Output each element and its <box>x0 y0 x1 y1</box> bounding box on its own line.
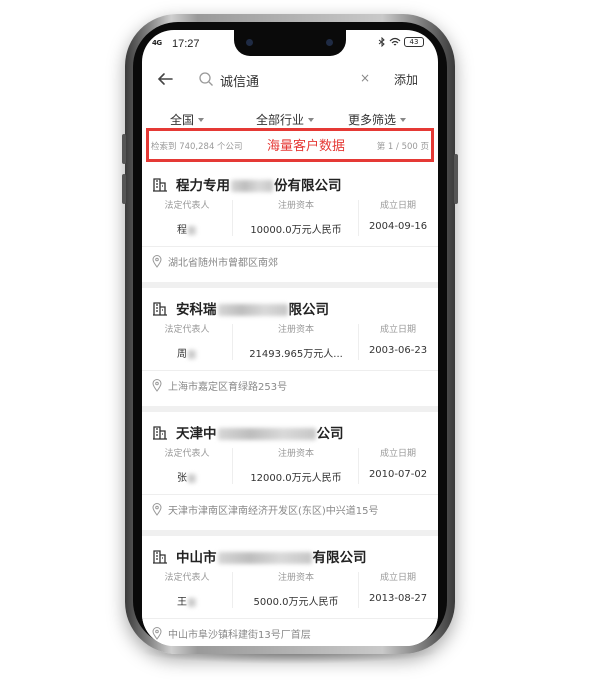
company-fields: 法定代表人 王 注册资本 5000.0万元人民币 成立日期 2013-08-27 <box>142 570 438 610</box>
company-title-row: 安科瑞 限公司 <box>152 298 329 318</box>
field-founded: 成立日期 2010-07-02 <box>368 449 428 480</box>
chevron-down-icon <box>308 117 315 122</box>
company-address: 上海市嘉定区育绿路253号 <box>152 378 287 393</box>
field-founded: 成立日期 2003-06-23 <box>368 325 428 356</box>
divider <box>358 572 359 608</box>
field-capital: 注册资本 21493.965万元人... <box>249 325 343 360</box>
field-founded: 成立日期 2004-09-16 <box>368 201 428 232</box>
filter-label: 更多筛选 <box>348 113 397 127</box>
divider <box>232 448 233 484</box>
phone-power-button <box>454 154 458 204</box>
building-icon <box>153 550 167 564</box>
divider <box>358 324 359 360</box>
divider <box>232 572 233 608</box>
company-card[interactable]: 天津中 公司 法定代表人 张 注册资本 12000.0万元人民币 成立日期 201… <box>142 412 438 530</box>
filter-label: 全部行业 <box>256 113 305 127</box>
filter-more[interactable]: 更多筛选 <box>348 111 407 128</box>
divider <box>142 494 438 495</box>
wifi-icon <box>389 37 401 46</box>
field-founded: 成立日期 2013-08-27 <box>368 573 428 604</box>
redacted-text <box>217 304 288 316</box>
company-fields: 法定代表人 周 注册资本 21493.965万元人... 成立日期 2003-0… <box>142 322 438 362</box>
company-title-row: 天津中 公司 <box>152 422 344 442</box>
company-list: 程力专用 份有限公司 法定代表人 程 注册资本 10000.0万元人民币 成立日期… <box>142 164 438 646</box>
field-legal-rep: 法定代表人 程 <box>164 201 210 236</box>
location-pin-icon <box>152 627 162 640</box>
field-capital: 注册资本 12000.0万元人民币 <box>250 449 342 484</box>
search-icon <box>199 72 213 86</box>
filter-region[interactable]: 全国 <box>170 111 205 128</box>
divider <box>358 200 359 236</box>
banner-text: 海量客户数据 <box>267 139 346 154</box>
company-address: 湖北省随州市曾都区南郊 <box>152 254 278 269</box>
company-card[interactable]: 安科瑞 限公司 法定代表人 周 注册资本 21493.965万元人... 成立日期… <box>142 288 438 406</box>
company-name: 安科瑞 限公司 <box>176 302 329 318</box>
redacted-text <box>188 597 196 607</box>
company-fields: 法定代表人 程 注册资本 10000.0万元人民币 成立日期 2004-09-1… <box>142 198 438 238</box>
field-capital: 注册资本 5000.0万元人民币 <box>253 573 339 608</box>
divider <box>232 324 233 360</box>
chevron-down-icon <box>400 117 407 122</box>
company-name: 天津中 公司 <box>176 426 344 442</box>
filter-label: 全国 <box>170 113 195 127</box>
company-title-row: 中山市 有限公司 <box>152 546 367 566</box>
clear-icon[interactable]: × <box>360 71 370 85</box>
redacted-text <box>217 428 316 440</box>
add-button[interactable]: 添加 <box>394 71 418 88</box>
divider <box>232 200 233 236</box>
redacted-text <box>217 552 312 564</box>
chevron-down-icon <box>198 117 205 122</box>
company-card[interactable]: 程力专用 份有限公司 法定代表人 程 注册资本 10000.0万元人民币 成立日期… <box>142 164 438 282</box>
building-icon <box>153 426 167 440</box>
filter-industry[interactable]: 全部行业 <box>256 111 315 128</box>
phone-screen: 4G 17:27 43 诚信通 × 添加 全国 全部行业 更多筛选 检索到 74… <box>142 30 438 646</box>
divider <box>142 370 438 371</box>
company-fields: 法定代表人 张 注册资本 12000.0万元人民币 成立日期 2010-07-0… <box>142 446 438 486</box>
field-legal-rep: 法定代表人 张 <box>164 449 210 484</box>
location-pin-icon <box>152 255 162 268</box>
bluetooth-icon <box>378 37 385 47</box>
sensor-icon <box>326 39 333 46</box>
company-card[interactable]: 中山市 有限公司 法定代表人 王 注册资本 5000.0万元人民币 成立日期 20… <box>142 536 438 646</box>
divider <box>358 448 359 484</box>
search-bar: 诚信通 × 添加 <box>142 62 438 96</box>
phone-volume-button <box>122 134 126 164</box>
field-legal-rep: 法定代表人 周 <box>164 325 210 360</box>
field-legal-rep: 法定代表人 王 <box>164 573 210 608</box>
divider <box>142 246 438 247</box>
redacted-text <box>188 473 196 483</box>
building-icon <box>153 178 167 192</box>
company-name: 中山市 有限公司 <box>176 550 367 566</box>
company-name: 程力专用 份有限公司 <box>176 178 342 194</box>
redacted-text <box>188 225 196 235</box>
page-indicator: 第 1 / 500 页 <box>376 142 429 152</box>
building-icon <box>153 302 167 316</box>
search-input[interactable]: 诚信通 <box>220 71 259 90</box>
redacted-text <box>231 180 273 192</box>
status-icons: 43 <box>378 37 424 47</box>
network-indicator: 4G <box>152 39 162 47</box>
status-time: 17:27 <box>172 38 200 50</box>
location-pin-icon <box>152 503 162 516</box>
company-title-row: 程力专用 份有限公司 <box>152 174 342 194</box>
redacted-text <box>188 349 196 359</box>
field-capital: 注册资本 10000.0万元人民币 <box>250 201 342 236</box>
location-pin-icon <box>152 379 162 392</box>
battery-icon: 43 <box>404 37 424 47</box>
camera-icon <box>246 39 253 46</box>
phone-notch <box>234 30 346 56</box>
divider <box>142 618 438 619</box>
result-count: 检索到 740,284 个公司 <box>151 142 243 152</box>
phone-volume-button <box>122 174 126 204</box>
result-summary-bar: 检索到 740,284 个公司 海量客户数据 第 1 / 500 页 <box>146 128 434 162</box>
back-arrow-icon[interactable] <box>156 70 174 88</box>
company-address: 天津市津南区津南经济开发区(东区)中兴道15号 <box>152 502 379 517</box>
company-address: 中山市阜沙镇科建街13号厂首层 <box>152 626 311 641</box>
